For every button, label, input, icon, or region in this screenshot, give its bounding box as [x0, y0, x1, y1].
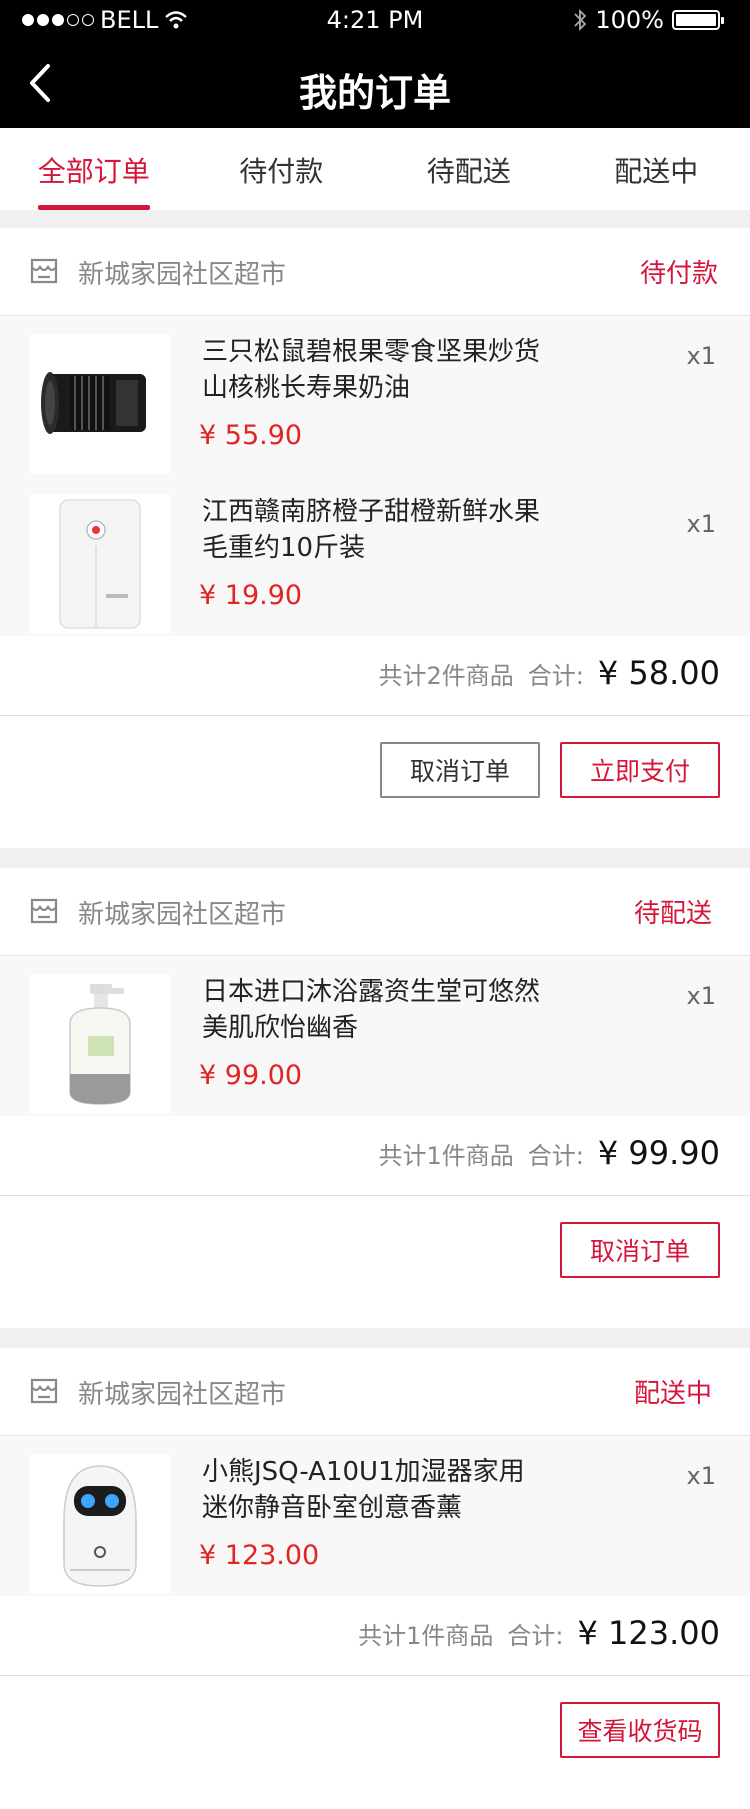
- product-quantity: x1: [686, 510, 716, 538]
- product-price: ¥ 55.90: [199, 420, 303, 451]
- nav-bar: 我的订单: [0, 40, 750, 128]
- order-total: ¥ 58.00: [597, 654, 720, 692]
- page-title: 我的订单: [298, 71, 451, 115]
- bluetooth-icon: [574, 8, 587, 32]
- total-label: 合计:: [507, 1622, 564, 1650]
- order-total: ¥ 123.00: [577, 1614, 721, 1652]
- tab-all-orders[interactable]: 全部订单: [0, 128, 188, 210]
- order-actions: 取消订单: [0, 1196, 750, 1306]
- product-quantity: x1: [686, 342, 716, 370]
- product-image: [30, 494, 170, 634]
- product-price: ¥ 99.00: [199, 1060, 303, 1091]
- product-price: ¥ 19.90: [199, 580, 303, 611]
- product-title: 日本进口沐浴露资生堂可悠然 美肌欣怡幽香: [202, 977, 541, 1043]
- robot-humidifier-image: [63, 1465, 137, 1587]
- product-title: 江西赣南脐橙子甜橙新鲜水果 毛重约10斤装: [202, 497, 541, 563]
- lotion-bottle-image: [69, 984, 131, 1105]
- tab-pending-delivery[interactable]: 待配送: [375, 128, 563, 210]
- product-price: ¥ 123.00: [199, 1540, 320, 1571]
- store-icon: [30, 258, 58, 284]
- store-icon: [30, 898, 58, 924]
- pay-now-button[interactable]: 立即支付: [560, 742, 720, 798]
- order-header: 新城家园社区超市 配送中: [0, 1348, 750, 1436]
- order-status: 待付款: [639, 259, 718, 289]
- store-name[interactable]: 新城家园社区超市: [78, 894, 286, 931]
- product-title: 小熊JSQ-A10U1加湿器家用 迷你静音卧室创意香薰: [202, 1457, 525, 1523]
- order-status: 配送中: [633, 1379, 712, 1409]
- order-header: 新城家园社区超市 待配送: [0, 868, 750, 956]
- tab-delivering[interactable]: 配送中: [563, 128, 750, 210]
- order-actions: 取消订单 立即支付: [0, 716, 750, 826]
- store-icon: [30, 1378, 58, 1404]
- cancel-order-button[interactable]: 取消订单: [560, 1222, 720, 1278]
- item-count: 共计2件商品: [378, 662, 514, 690]
- order-item[interactable]: 江西赣南脐橙子甜橙新鲜水果 毛重约10斤装 x1 ¥ 19.90: [0, 476, 750, 636]
- product-quantity: x1: [686, 982, 716, 1010]
- store-name[interactable]: 新城家园社区超市: [78, 1374, 286, 1411]
- product-quantity: x1: [686, 1462, 716, 1490]
- order-summary: 共计1件商品 合计: ¥ 123.00: [0, 1596, 750, 1676]
- camera-lens-image: [41, 372, 146, 434]
- total-label: 合计:: [527, 1142, 584, 1170]
- store-name[interactable]: 新城家园社区超市: [78, 254, 286, 291]
- status-right: 100%: [573, 6, 724, 34]
- order-actions: 查看收货码: [0, 1676, 750, 1786]
- order-status: 待配送: [633, 899, 712, 929]
- order-card: 新城家园社区超市 待配送 日本进口沐浴露资生堂可悠然 美肌欣怡幽香 x1 ¥ 9…: [0, 868, 750, 1328]
- view-pickup-code-button[interactable]: 查看收货码: [560, 1702, 720, 1758]
- order-header: 新城家园社区超市 待付款: [0, 228, 750, 316]
- product-image: [30, 974, 170, 1114]
- battery-icon: [672, 10, 724, 30]
- battery-percent: 100%: [595, 6, 664, 34]
- product-image: [30, 334, 170, 474]
- order-summary: 共计2件商品 合计: ¥ 58.00: [0, 636, 750, 716]
- order-card: 新城家园社区超市 待付款 三只松鼠碧根果零食坚果炒货 山核桃长寿果奶油 x1 ¥…: [0, 228, 750, 848]
- product-image: [30, 1454, 170, 1594]
- item-count: 共计1件商品: [378, 1142, 514, 1170]
- order-item[interactable]: 日本进口沐浴露资生堂可悠然 美肌欣怡幽香 x1 ¥ 99.00: [0, 956, 750, 1116]
- total-label: 合计:: [527, 662, 584, 690]
- order-item[interactable]: 三只松鼠碧根果零食坚果炒货 山核桃长寿果奶油 x1 ¥ 55.90: [0, 316, 750, 476]
- white-appliance-image: [59, 499, 141, 629]
- order-item[interactable]: 小熊JSQ-A10U1加湿器家用 迷你静音卧室创意香薰 x1 ¥ 123.00: [0, 1436, 750, 1596]
- order-tabs: 全部订单 待付款 待配送 配送中: [0, 128, 750, 210]
- product-title: 三只松鼠碧根果零食坚果炒货 山核桃长寿果奶油: [202, 337, 541, 403]
- order-summary: 共计1件商品 合计: ¥ 99.90: [0, 1116, 750, 1196]
- item-count: 共计1件商品: [358, 1622, 494, 1650]
- tab-pending-payment[interactable]: 待付款: [188, 128, 376, 210]
- cancel-order-button[interactable]: 取消订单: [380, 742, 540, 798]
- order-card: 新城家园社区超市 配送中 小熊JSQ-A10U1加湿器家用 迷你静音卧室创意香薰…: [0, 1348, 750, 1809]
- status-bar: BELL 4:21 PM 100%: [0, 0, 750, 40]
- order-total: ¥ 99.90: [597, 1134, 720, 1172]
